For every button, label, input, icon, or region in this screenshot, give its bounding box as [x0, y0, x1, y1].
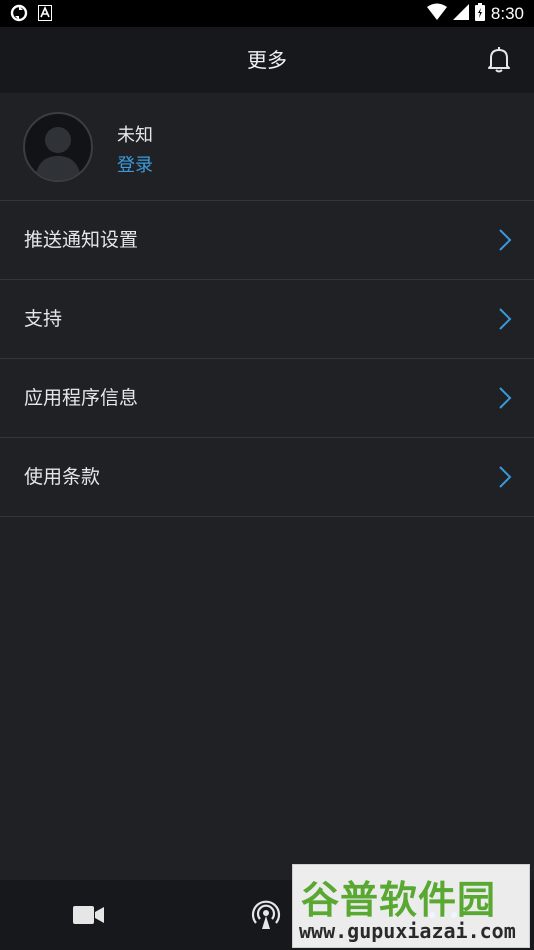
chevron-right-icon	[499, 229, 512, 251]
notification-app-icon	[38, 5, 52, 25]
profile-name: 未知	[117, 125, 153, 146]
user-silhouette-icon	[35, 127, 81, 180]
clock-time: 8:30	[490, 4, 524, 23]
settings-menu: 推送通知设置 支持 应用程序信息 使用条款	[0, 201, 534, 517]
cell-signal-icon	[452, 3, 469, 25]
menu-item-label: 应用程序信息	[24, 387, 139, 409]
chevron-right-icon	[499, 308, 512, 330]
menu-item-label: 推送通知设置	[24, 229, 139, 251]
sync-icon	[10, 4, 28, 26]
battery-icon	[474, 3, 485, 25]
login-link[interactable]: 登录	[117, 151, 153, 177]
watermark-title: 谷普软件园	[301, 878, 497, 922]
profile-section[interactable]: 未知 登录	[0, 93, 534, 201]
chevron-right-icon	[499, 466, 512, 488]
menu-item-label: 使用条款	[24, 466, 101, 488]
menu-item-terms[interactable]: 使用条款	[0, 438, 534, 517]
wifi-icon	[426, 3, 447, 25]
watermark: 谷普软件园 www.gupuxiazai.com	[292, 864, 530, 948]
tab-video[interactable]	[29, 880, 149, 950]
video-camera-icon	[73, 906, 104, 924]
menu-item-push-notifications[interactable]: 推送通知设置	[0, 201, 534, 280]
watermark-url: www.gupuxiazai.com	[299, 919, 516, 943]
menu-item-label: 支持	[24, 308, 63, 330]
avatar[interactable]	[23, 112, 93, 182]
chevron-right-icon	[499, 387, 512, 409]
bell-icon[interactable]	[486, 46, 512, 74]
app-header: 更多	[0, 27, 534, 93]
menu-item-app-info[interactable]: 应用程序信息	[0, 359, 534, 438]
broadcast-icon	[251, 900, 281, 929]
page-title: 更多	[247, 48, 287, 72]
menu-item-support[interactable]: 支持	[0, 280, 534, 359]
status-bar: 8:30	[0, 0, 534, 27]
